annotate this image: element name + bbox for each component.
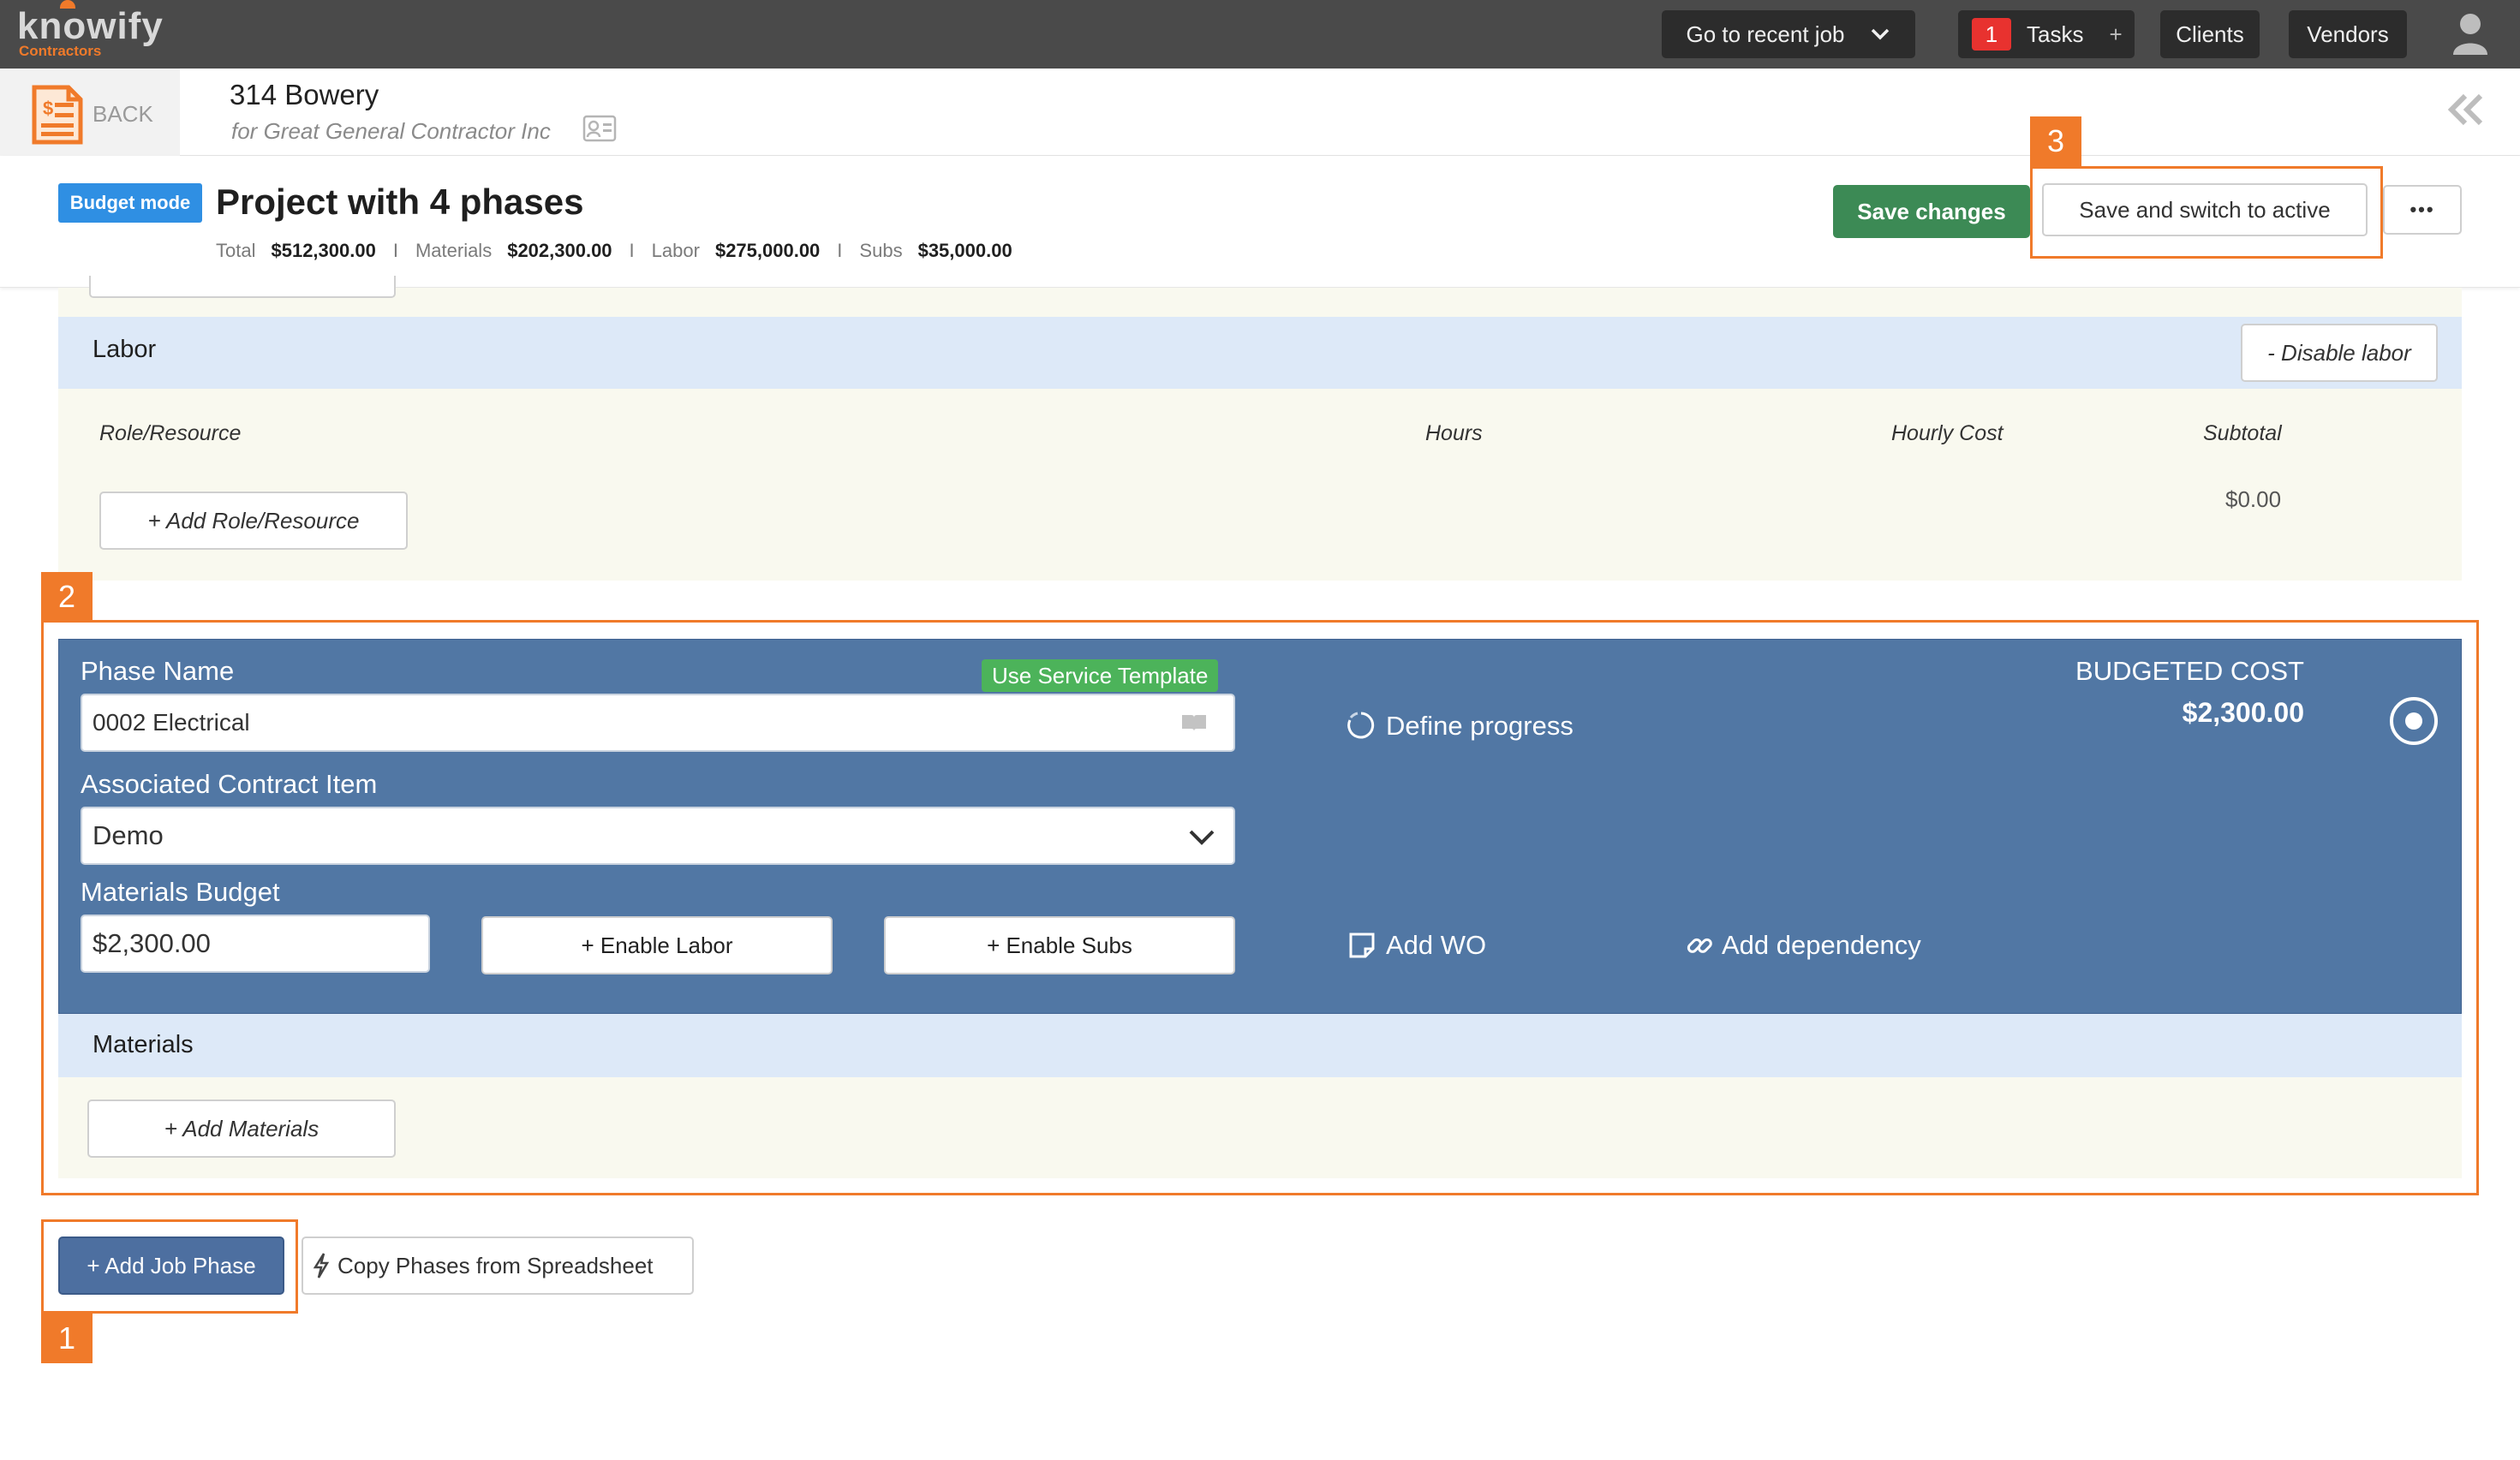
budget-mode-badge: Budget mode bbox=[58, 183, 202, 223]
labor-total-value: $275,000.00 bbox=[714, 240, 821, 261]
job-name: 314 Bowery bbox=[230, 79, 379, 110]
add-materials-button[interactable]: + Add Materials bbox=[87, 1099, 396, 1158]
separator: I bbox=[629, 240, 635, 261]
budgeted-cost-label: BUDGETED COST bbox=[2075, 656, 2304, 686]
materials-budget-value: $2,300.00 bbox=[93, 928, 211, 958]
book-icon[interactable] bbox=[1180, 712, 1208, 733]
subs-total-value: $35,000.00 bbox=[917, 240, 1012, 261]
total-label: Total bbox=[216, 240, 256, 261]
enable-subs-button[interactable]: + Enable Subs bbox=[884, 916, 1235, 974]
labor-heading: Labor bbox=[93, 336, 157, 363]
add-wo-link[interactable]: Add WO bbox=[1386, 930, 1486, 961]
clients-button[interactable]: Clients bbox=[2160, 10, 2260, 58]
annotation-box-3 bbox=[2030, 166, 2383, 259]
vendors-button[interactable]: Vendors bbox=[2289, 10, 2407, 58]
phase-select-radio-icon[interactable] bbox=[2388, 695, 2439, 747]
previous-add-button-edge[interactable] bbox=[89, 276, 396, 298]
enable-labor-button[interactable]: + Enable Labor bbox=[481, 916, 833, 974]
add-role-resource-button[interactable]: + Add Role/Resource bbox=[99, 492, 408, 550]
add-dependency-link[interactable]: Add dependency bbox=[1722, 930, 1921, 961]
phase-name-value: 0002 Electrical bbox=[93, 709, 250, 736]
labor-subtotal-value: $0.00 bbox=[2225, 486, 2282, 512]
materials-header bbox=[58, 1014, 2462, 1077]
more-options-button[interactable]: ••• bbox=[2383, 185, 2462, 235]
labor-header bbox=[58, 317, 2462, 389]
materials-total-value: $202,300.00 bbox=[507, 240, 612, 261]
annotation-box-1 bbox=[41, 1219, 298, 1314]
materials-total-label: Materials bbox=[415, 240, 493, 261]
budget-document-icon: $ bbox=[32, 85, 83, 145]
link-icon bbox=[1687, 938, 1712, 953]
work-order-icon bbox=[1349, 933, 1375, 958]
collapse-panel-icon[interactable] bbox=[2445, 92, 2487, 127]
lightning-icon bbox=[313, 1253, 330, 1278]
recent-job-label: Go to recent job bbox=[1686, 21, 1845, 47]
copy-phases-from-spreadsheet-button[interactable]: Copy Phases from Spreadsheet bbox=[302, 1237, 694, 1295]
separator: I bbox=[392, 240, 398, 261]
tasks-count-badge: 1 bbox=[1972, 18, 2011, 51]
disable-labor-button[interactable]: - Disable labor bbox=[2241, 324, 2438, 382]
subs-total-label: Subs bbox=[859, 240, 903, 261]
define-progress-link[interactable]: Define progress bbox=[1386, 711, 1574, 742]
annotation-marker-3: 3 bbox=[2030, 116, 2081, 166]
separator: I bbox=[837, 240, 843, 261]
back-label[interactable]: BACK bbox=[93, 101, 153, 128]
user-avatar-icon[interactable] bbox=[2451, 12, 2489, 55]
copy-phases-label: Copy Phases from Spreadsheet bbox=[337, 1252, 654, 1278]
col-hourly-cost: Hourly Cost bbox=[1891, 421, 2003, 445]
tasks-add-icon[interactable]: + bbox=[2109, 21, 2122, 48]
budgeted-cost-value: $2,300.00 bbox=[2182, 697, 2304, 728]
save-changes-button[interactable]: Save changes bbox=[1833, 185, 2030, 238]
phase-name-input[interactable] bbox=[81, 694, 1235, 752]
associated-contract-select[interactable] bbox=[81, 807, 1235, 865]
annotation-marker-1: 1 bbox=[41, 1314, 93, 1363]
col-role-resource: Role/Resource bbox=[99, 421, 242, 445]
top-navbar bbox=[0, 0, 2520, 69]
chevron-down-icon bbox=[1871, 28, 1889, 40]
previous-section-tail bbox=[58, 288, 2462, 317]
chevron-down-icon[interactable] bbox=[1187, 824, 1216, 849]
materials-budget-label: Materials Budget bbox=[81, 877, 280, 907]
annotation-marker-2: 2 bbox=[41, 572, 93, 622]
brand-logo-sub: Contractors bbox=[19, 43, 102, 59]
tasks-button[interactable]: 1 Tasks + bbox=[1958, 10, 2135, 58]
col-hours: Hours bbox=[1425, 421, 1483, 445]
project-totals: Total $512,300.00 I Materials $202,300.0… bbox=[216, 240, 1012, 262]
brand-logo[interactable]: knowify bbox=[17, 5, 164, 48]
materials-body bbox=[58, 1077, 2462, 1178]
progress-spinner-icon bbox=[1347, 712, 1375, 739]
associated-contract-label: Associated Contract Item bbox=[81, 769, 378, 799]
client-name[interactable]: for Great General Contractor Inc bbox=[231, 118, 551, 145]
labor-body bbox=[58, 389, 2462, 581]
project-title: Project with 4 phases bbox=[216, 182, 584, 222]
contract-select-value: Demo bbox=[93, 820, 164, 850]
phase-name-label: Phase Name bbox=[81, 656, 235, 686]
svg-text:$: $ bbox=[43, 98, 53, 119]
tasks-label: Tasks bbox=[2027, 21, 2084, 47]
use-service-template-button[interactable]: Use Service Template bbox=[982, 659, 1219, 692]
col-subtotal: Subtotal bbox=[2203, 421, 2282, 445]
labor-total-label: Labor bbox=[651, 240, 700, 261]
recent-job-dropdown[interactable]: Go to recent job bbox=[1662, 10, 1915, 58]
contact-card-icon[interactable] bbox=[582, 115, 617, 142]
materials-heading: Materials bbox=[93, 1031, 194, 1058]
total-value: $512,300.00 bbox=[271, 240, 376, 261]
